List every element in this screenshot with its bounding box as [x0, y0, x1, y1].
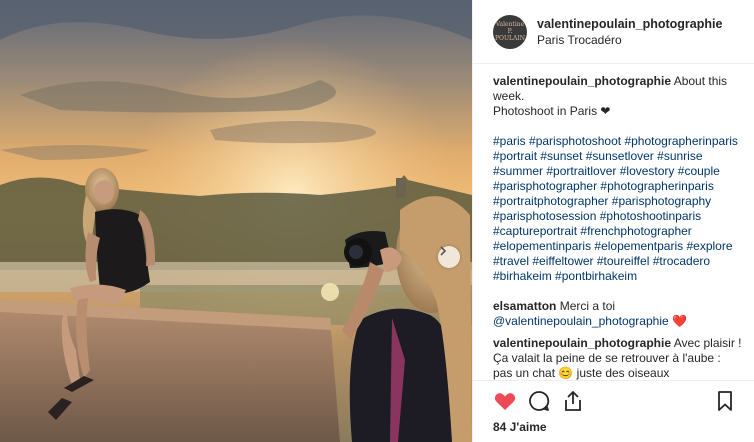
comment-text: Merci a toi — [559, 299, 616, 313]
comment-item: elsamatton Merci a toi @valentinepoulain… — [493, 299, 743, 329]
comment-mention[interactable]: @valentinepoulain_photographie — [493, 314, 669, 328]
header-text: valentinepoulain_photographie Paris Troc… — [537, 17, 722, 47]
header-location[interactable]: Paris Trocadéro — [537, 33, 722, 47]
hashtag-link[interactable]: #parisphotographer — [493, 179, 597, 193]
hashtag-link[interactable]: #sunsetlover — [586, 149, 654, 163]
photo-image — [0, 0, 472, 442]
comments-section[interactable]: valentinepoulain_photographie About this… — [493, 74, 743, 380]
comment-emoji: ❤️ — [672, 314, 687, 328]
hashtag-link[interactable]: #summer — [493, 164, 543, 178]
hashtag-link[interactable]: #photoshootinparis — [600, 209, 701, 223]
hashtag-link[interactable]: #travel — [493, 254, 529, 268]
hashtag-link[interactable]: #toureiffel — [597, 254, 649, 268]
hashtag-link[interactable]: #sunrise — [657, 149, 702, 163]
post-side-panel: Valentine P. POULAIN valentinepoulain_ph… — [472, 0, 754, 442]
hashtag-list: #paris #parisphotoshoot #photographerinp… — [493, 134, 743, 284]
hashtag-link[interactable]: #parisphotosession — [493, 209, 596, 223]
header-username[interactable]: valentinepoulain_photographie — [537, 17, 722, 31]
hashtag-link[interactable]: #sunset — [540, 149, 582, 163]
likes-count[interactable]: 84 J'aime — [493, 420, 547, 434]
comment-username[interactable]: valentinepoulain_photographie — [493, 336, 671, 350]
comment-item: valentinepoulain_photographie Avec plais… — [493, 336, 743, 380]
hashtag-link[interactable]: #couple — [678, 164, 720, 178]
hashtag-link[interactable]: #parisphotoshoot — [529, 134, 621, 148]
caption-line2: Photoshoot in Paris ❤ — [493, 104, 611, 118]
hashtag-link[interactable]: #parisphotography — [612, 194, 711, 208]
hashtag-link[interactable]: #portraitlover — [546, 164, 616, 178]
hashtag-link[interactable]: #birhakeim — [493, 269, 552, 283]
hashtag-link[interactable]: #elopementinparis — [493, 239, 591, 253]
comment-username[interactable]: elsamatton — [493, 299, 556, 313]
hashtag-link[interactable]: #portrait — [493, 149, 537, 163]
hashtag-link[interactable]: #eiffeltower — [532, 254, 593, 268]
instagram-post: Valentine P. POULAIN valentinepoulain_ph… — [0, 0, 754, 442]
chevron-right-icon — [440, 246, 447, 256]
hashtag-link[interactable]: #photographerinparis — [600, 179, 713, 193]
hashtag-link[interactable]: #portraitphotographer — [493, 194, 608, 208]
post-photo[interactable] — [0, 0, 472, 442]
caption-username[interactable]: valentinepoulain_photographie — [493, 74, 671, 88]
action-bar — [473, 380, 754, 420]
bookmark-icon[interactable] — [713, 389, 737, 413]
hashtag-link[interactable]: #captureportrait — [493, 224, 577, 238]
caption: valentinepoulain_photographie About this… — [493, 74, 743, 119]
heart-filled-icon[interactable] — [493, 389, 517, 413]
hashtag-link[interactable]: #lovestory — [620, 164, 675, 178]
hashtag-link[interactable]: #explore — [686, 239, 732, 253]
hashtag-link[interactable]: #paris — [493, 134, 526, 148]
hashtag-link[interactable]: #frenchphotographer — [580, 224, 691, 238]
hashtag-link[interactable]: #photographerinparis — [624, 134, 737, 148]
avatar[interactable]: Valentine P. POULAIN — [493, 14, 527, 49]
hashtag-link[interactable]: #elopementparis — [594, 239, 683, 253]
hashtag-link[interactable]: #pontbirhakeim — [555, 269, 637, 283]
post-header: Valentine P. POULAIN valentinepoulain_ph… — [473, 0, 754, 64]
hashtag-link[interactable]: #trocadero — [653, 254, 710, 268]
share-icon[interactable] — [561, 389, 585, 413]
next-photo-button[interactable] — [438, 246, 460, 268]
comment-icon[interactable] — [527, 389, 551, 413]
